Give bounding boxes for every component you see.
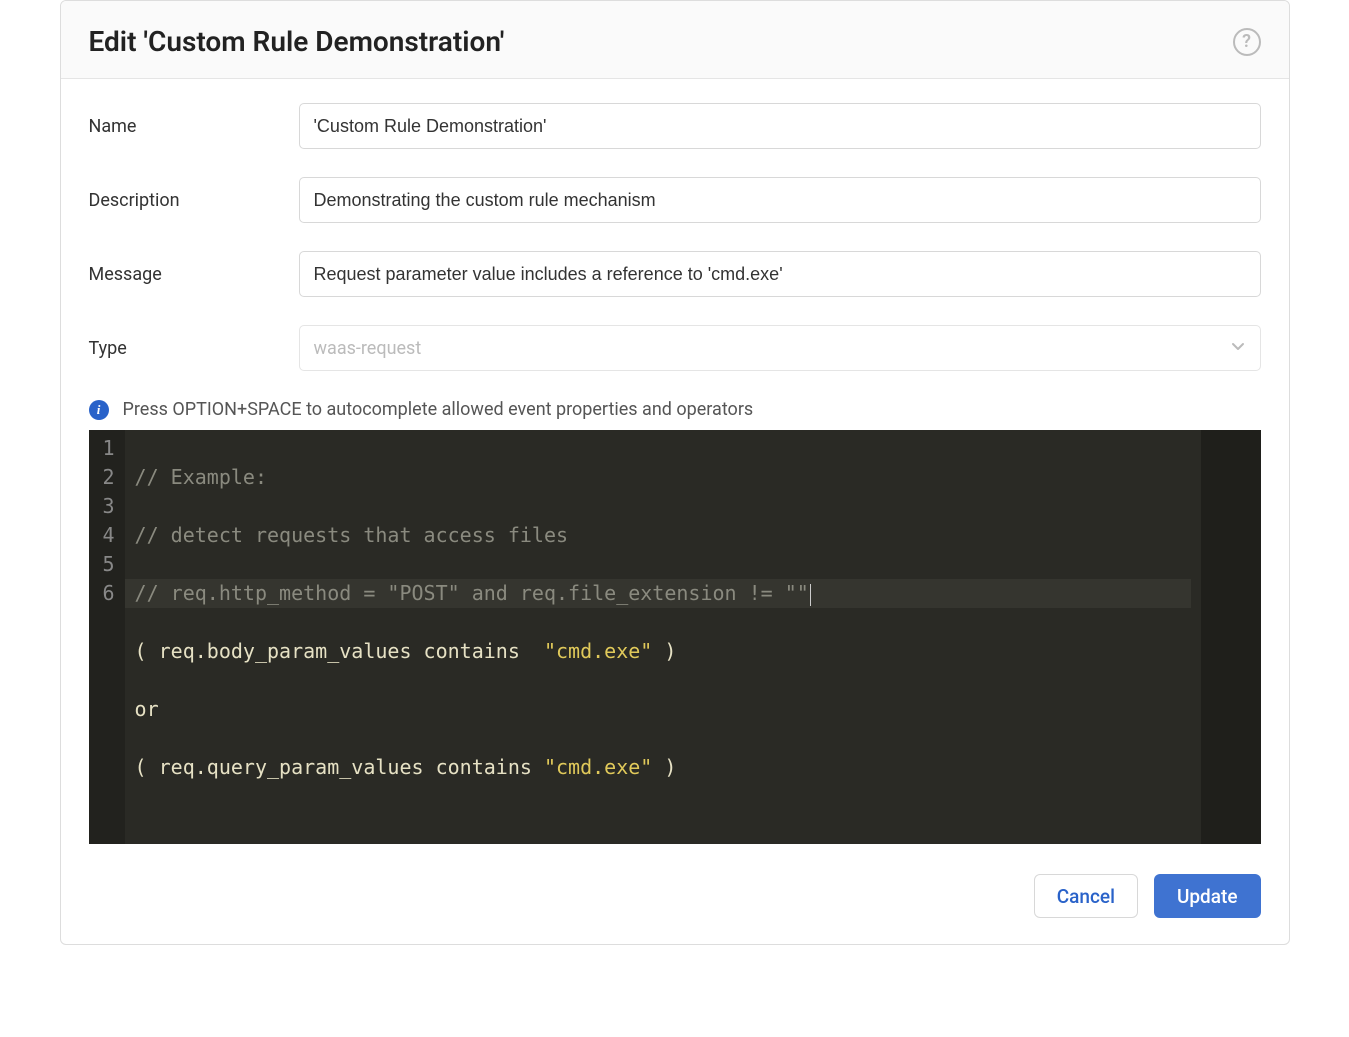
code-lines[interactable]: // Example: // detect requests that acce…	[125, 430, 1201, 844]
label-message: Message	[89, 264, 299, 285]
code-line: ( req.body_param_values contains "cmd.ex…	[135, 637, 1191, 666]
line-number: 5	[103, 550, 115, 579]
modal-header: Edit 'Custom Rule Demonstration' ?	[61, 1, 1289, 79]
label-type: Type	[89, 338, 299, 359]
modal-footer: Cancel Update	[61, 852, 1289, 944]
update-button[interactable]: Update	[1154, 874, 1261, 918]
description-input[interactable]	[299, 177, 1261, 223]
line-number: 2	[103, 463, 115, 492]
code-line: // detect requests that access files	[135, 521, 1191, 550]
cancel-button[interactable]: Cancel	[1034, 874, 1138, 918]
chevron-down-icon	[1230, 338, 1246, 359]
type-select[interactable]: waas-request	[299, 325, 1261, 371]
code-line: // req.http_method = "POST" and req.file…	[125, 579, 1191, 608]
row-name: Name	[89, 103, 1261, 149]
edit-rule-modal: Edit 'Custom Rule Demonstration' ? Name …	[60, 0, 1290, 945]
row-description: Description	[89, 177, 1261, 223]
name-input[interactable]	[299, 103, 1261, 149]
code-line: ( req.query_param_values contains "cmd.e…	[135, 753, 1191, 782]
code-line: or	[135, 695, 1191, 724]
label-name: Name	[89, 116, 299, 137]
hint-text: Press OPTION+SPACE to autocomplete allow…	[123, 399, 754, 420]
line-number: 3	[103, 492, 115, 521]
line-number: 6	[103, 579, 115, 608]
code-gutter: 1 2 3 4 5 6	[89, 430, 125, 844]
type-select-value: waas-request	[314, 338, 422, 359]
help-icon[interactable]: ?	[1233, 28, 1261, 56]
hint-row: i Press OPTION+SPACE to autocomplete all…	[89, 399, 1261, 420]
info-icon: i	[89, 400, 109, 420]
code-editor[interactable]: 1 2 3 4 5 6 // Example: // detect reques…	[89, 430, 1261, 844]
modal-title: Edit 'Custom Rule Demonstration'	[89, 25, 505, 58]
row-message: Message	[89, 251, 1261, 297]
message-input[interactable]	[299, 251, 1261, 297]
code-line: // Example:	[135, 463, 1191, 492]
line-number: 4	[103, 521, 115, 550]
row-type: Type waas-request	[89, 325, 1261, 371]
modal-body: Name Description Message Type waas-reque…	[61, 79, 1289, 852]
line-number: 1	[103, 434, 115, 463]
cursor	[810, 584, 811, 606]
label-description: Description	[89, 190, 299, 211]
